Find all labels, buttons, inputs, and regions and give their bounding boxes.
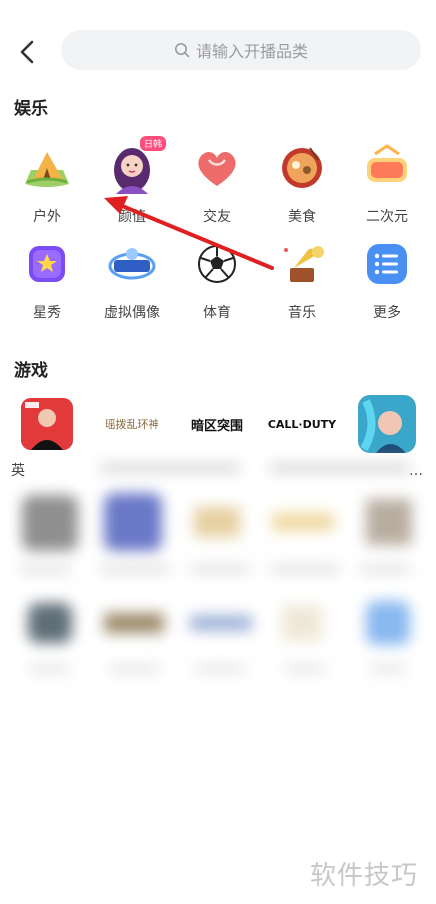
list-icon — [359, 236, 415, 292]
category-label: 音乐 — [288, 305, 316, 321]
back-chevron-icon[interactable] — [14, 36, 42, 68]
category-outdoor[interactable]: 户外 — [7, 140, 87, 226]
game-logo-text: 瑶拨乱环神 — [106, 418, 158, 431]
game-item[interactable]: 暗区突围 — [177, 398, 257, 450]
category-music[interactable]: 音乐 — [262, 236, 342, 322]
virtual-idol-icon — [104, 236, 160, 292]
food-bowl-icon — [274, 140, 330, 196]
game-logo-text: CALL·DUTY — [267, 417, 337, 431]
category-label: 颜值 — [118, 209, 146, 225]
game-logo-icon: 瑶拨乱环神 — [106, 398, 158, 450]
category-sports[interactable]: 体育 — [177, 236, 257, 322]
category-label: 户外 — [33, 209, 61, 225]
category-dating[interactable]: 交友 — [177, 140, 257, 226]
game-item[interactable]: 瑶拨乱环神 — [92, 398, 172, 450]
avatar-girl-icon: 日韩 — [104, 136, 166, 196]
game-logo-icon: CALL·DUTY — [267, 398, 337, 450]
category-label: 体育 — [203, 305, 231, 321]
section-title-games: 游戏 — [14, 361, 48, 381]
section-title-entertainment: 娱乐 — [14, 99, 48, 119]
search-placeholder: 请输入开播品类 — [195, 42, 308, 61]
heart-icon — [189, 140, 245, 196]
category-label: 虚拟偶像 — [104, 305, 160, 321]
category-anime[interactable]: 二次元 — [347, 140, 427, 226]
search-icon — [174, 43, 190, 58]
game-logo-icon: 暗区突围 — [191, 398, 243, 450]
category-star-show[interactable]: 星秀 — [7, 236, 87, 322]
anime-icon — [359, 140, 415, 196]
watermark: 软件技巧 — [309, 861, 418, 891]
game-item[interactable]: CALL·DUTY — [262, 398, 342, 450]
game-logo-text: 暗区突围 — [191, 418, 243, 434]
category-more[interactable]: 更多 — [347, 236, 427, 322]
category-label: 美食 — [288, 209, 316, 225]
soccer-ball-icon — [189, 236, 245, 292]
category-label: 交友 — [203, 209, 231, 225]
category-label: 更多 — [373, 305, 401, 321]
gramophone-icon — [274, 236, 330, 292]
lpl-player-icon — [21, 398, 73, 450]
category-food[interactable]: 美食 — [262, 140, 342, 226]
category-beauty[interactable]: 日韩 颜值 — [92, 136, 172, 226]
category-label: 二次元 — [366, 209, 408, 225]
blurred-game-grid — [0, 455, 436, 695]
search-input[interactable]: 请输入开播品类 — [61, 30, 421, 70]
star-show-icon — [19, 236, 75, 292]
category-virtual-idol[interactable]: 虚拟偶像 — [92, 236, 172, 322]
category-badge: 日韩 — [139, 136, 166, 151]
tent-icon — [19, 140, 75, 196]
category-label: 星秀 — [33, 305, 61, 321]
lol-character-icon — [358, 395, 416, 453]
